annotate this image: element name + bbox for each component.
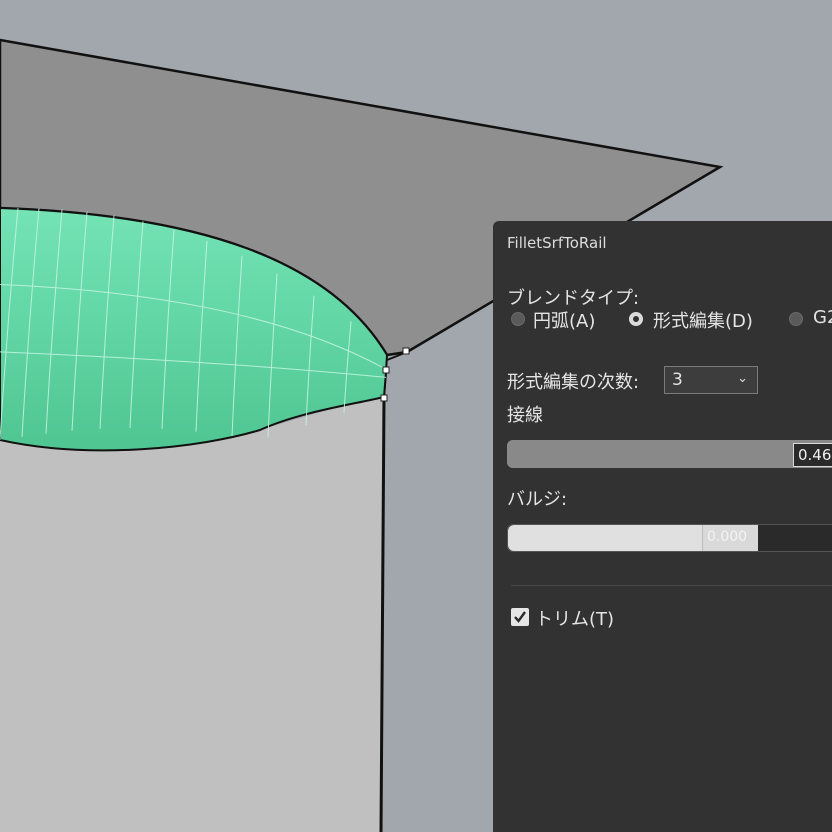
bulge-value-field[interactable]: 0.000 — [702, 525, 758, 551]
degree-value: 3 — [672, 370, 683, 390]
tangent-label: 接線 — [507, 405, 543, 426]
panel-title: FilletSrfToRail — [507, 234, 607, 252]
trim-label[interactable]: トリム(T) — [535, 605, 614, 631]
radio-g2[interactable] — [789, 312, 803, 326]
radio-arc-label[interactable]: 円弧(A) — [533, 307, 595, 333]
bulge-slider[interactable] — [507, 524, 832, 552]
radio-free-form[interactable] — [629, 312, 643, 326]
edge-point-handle[interactable] — [402, 347, 410, 355]
edge-point-handle[interactable] — [380, 394, 388, 402]
bulge-label: バルジ: — [507, 489, 568, 510]
degree-select[interactable]: 3 ⌄ — [664, 366, 758, 394]
chevron-down-icon: ⌄ — [737, 371, 748, 386]
fillet-srf-to-rail-panel: FilletSrfToRail ブレンドタイプ: 円弧(A) 形式編集(D) G… — [493, 221, 832, 832]
radio-g2-label[interactable]: G2 — [813, 307, 832, 328]
degree-label: 形式編集の次数: — [507, 372, 640, 393]
tangent-value-field[interactable]: 0.46 — [793, 443, 832, 467]
radio-free-form-label[interactable]: 形式編集(D) — [653, 307, 753, 333]
edge-point-handle[interactable] — [382, 366, 390, 374]
front-face — [0, 397, 384, 832]
radio-arc[interactable] — [511, 312, 525, 326]
checkmark-icon — [514, 611, 526, 623]
bulge-slider-fill — [508, 525, 704, 551]
tangent-slider[interactable] — [507, 440, 832, 468]
tangent-slider-fill — [507, 440, 793, 468]
divider — [511, 585, 832, 586]
trim-checkbox[interactable] — [511, 608, 529, 626]
